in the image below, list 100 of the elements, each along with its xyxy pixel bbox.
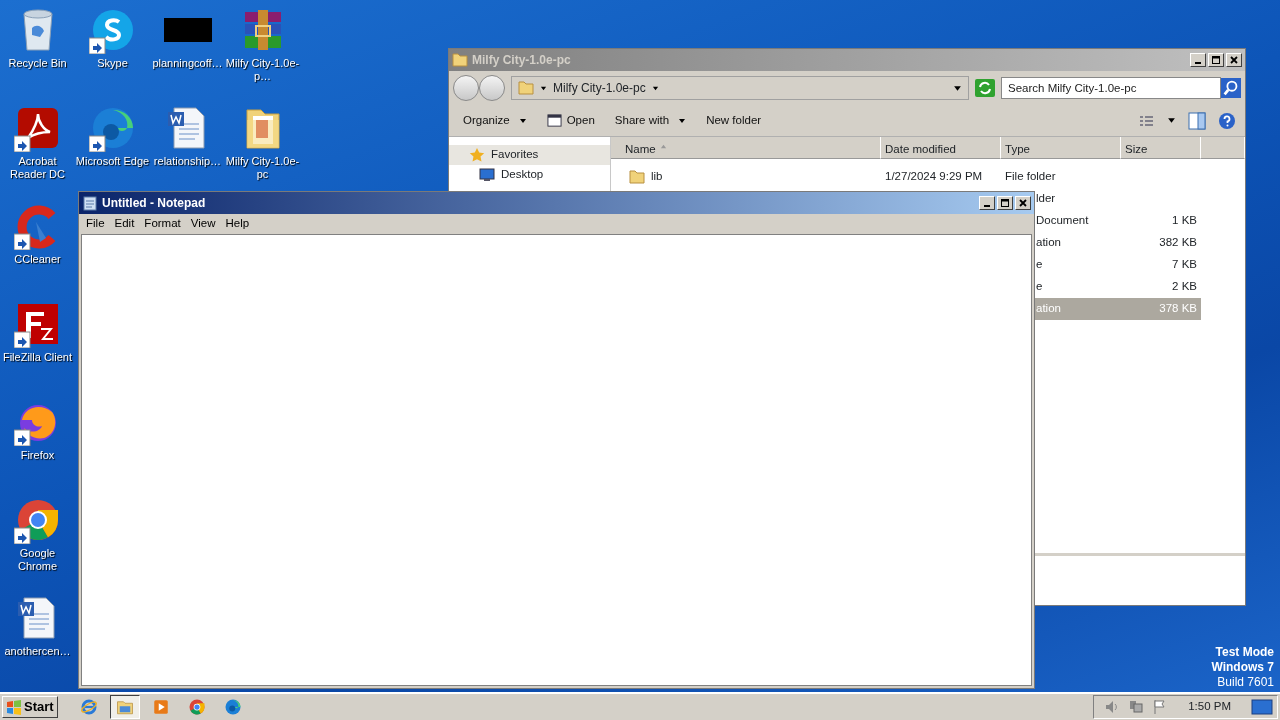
type-text: ation: [1036, 302, 1061, 315]
file-name: lib: [651, 169, 663, 185]
caret-icon: [678, 116, 687, 125]
window-title: Untitled - Notepad: [102, 195, 206, 212]
breadcrumb-label[interactable]: Milfy City-1.0e-pc: [553, 79, 646, 97]
address-bar[interactable]: Milfy City-1.0e-pc: [511, 76, 969, 100]
type-text: e: [1036, 280, 1043, 293]
file-row[interactable]: lder: [1035, 188, 1201, 210]
sidebar-item[interactable]: Favorites: [449, 145, 610, 165]
icon-label[interactable]: Skype: [74, 57, 151, 70]
caret-icon: [540, 84, 547, 92]
icon-label[interactable]: Milfy City-1.0e-pc: [224, 155, 301, 181]
window-icon: [546, 113, 562, 128]
icon-label[interactable]: FileZilla Client: [0, 351, 76, 364]
maximize-button[interactable]: [997, 196, 1013, 210]
type-text: lder: [1036, 192, 1056, 205]
menu-item[interactable]: Edit: [109, 215, 140, 233]
column-header[interactable]: Name: [611, 137, 881, 159]
show-desktop-icon[interactable]: [1251, 698, 1273, 716]
view-options-icon[interactable]: [1139, 113, 1155, 128]
type-text: ation: [1036, 236, 1061, 249]
star-icon: [469, 147, 485, 163]
file-row[interactable]: e 2 KB: [1035, 276, 1201, 298]
menu-item[interactable]: File: [81, 215, 110, 233]
preview-pane-icon[interactable]: [1188, 111, 1206, 130]
sort-arrow-icon: [659, 143, 667, 150]
back-button[interactable]: [453, 75, 479, 101]
clock-text[interactable]: 1:50 PM: [1188, 698, 1231, 716]
size-text: 378 KB: [1159, 302, 1197, 315]
minimize-icon: [984, 205, 990, 207]
folder-icon: [518, 80, 534, 96]
menu-item[interactable]: View: [185, 215, 221, 233]
icon-label[interactable]: planningcoff…: [149, 57, 226, 70]
toolbar-button[interactable]: Open: [538, 109, 603, 132]
column-header[interactable]: Size: [1121, 137, 1201, 159]
notepad-icon: [82, 195, 98, 211]
minimize-icon: [1195, 62, 1201, 64]
window-title: Milfy City-1.0e-pc: [472, 52, 571, 69]
size-text: 1 KB: [1172, 214, 1197, 227]
folder-icon: [452, 52, 468, 68]
icon-label[interactable]: Recycle Bin: [0, 57, 76, 70]
close-icon: [1018, 198, 1028, 208]
icon-label[interactable]: CCleaner: [0, 253, 76, 266]
close-button[interactable]: [1226, 53, 1242, 67]
chrome-icon: [187, 698, 206, 716]
toolbar-button[interactable]: Organize: [455, 109, 535, 132]
minimize-button[interactable]: [1190, 53, 1206, 67]
size-text: 382 KB: [1159, 236, 1197, 249]
close-icon: [1229, 55, 1239, 65]
date-text: 1/27/2024 9:29 PM: [885, 170, 983, 183]
caret-icon: [1167, 116, 1176, 125]
type-text: File folder: [1005, 170, 1056, 183]
folder-icon: [629, 169, 645, 185]
os-watermark-text: Build 7601: [1216, 675, 1274, 690]
icon-label[interactable]: relationship…: [149, 155, 226, 168]
column-header[interactable]: [1201, 137, 1245, 159]
icon-label[interactable]: Acrobat Reader DC: [0, 155, 76, 181]
search-icon[interactable]: [1221, 78, 1241, 98]
menu-item[interactable]: Help: [220, 215, 255, 233]
forward-button[interactable]: [479, 75, 505, 101]
refresh-icon[interactable]: [975, 79, 995, 97]
globe-e-icon: [79, 698, 98, 716]
windows-flag-icon: [6, 699, 22, 715]
maximize-button[interactable]: [1208, 53, 1224, 67]
close-button[interactable]: [1015, 196, 1031, 210]
file-row[interactable]: Document 1 KB: [1035, 210, 1201, 232]
media-player-icon: [151, 698, 170, 716]
caret-icon: [518, 116, 527, 125]
file-row[interactable]: e 7 KB: [1035, 254, 1201, 276]
icon-label[interactable]: anothercen…: [0, 645, 76, 658]
os-watermark-text: Test Mode: [1214, 645, 1274, 660]
help-icon[interactable]: [1218, 111, 1236, 130]
start-button[interactable]: Start: [2, 696, 58, 718]
file-row[interactable]: ation 382 KB: [1035, 232, 1201, 254]
caret-icon: [953, 83, 962, 93]
icon-label[interactable]: Microsoft Edge: [74, 155, 151, 168]
monitor-icon: [479, 167, 495, 183]
folder-icon: [115, 698, 134, 716]
os-watermark-text: Windows 7: [1211, 660, 1274, 675]
file-row[interactable]: lib 1/27/2024 9:29 PM File folder: [611, 166, 1201, 188]
network-icon[interactable]: [1128, 699, 1145, 715]
taskbar-button[interactable]: [109, 695, 140, 719]
column-header[interactable]: Date modified: [881, 137, 1001, 159]
maximize-icon: [1000, 198, 1010, 208]
column-header[interactable]: Type: [1001, 137, 1121, 159]
icon-label[interactable]: Google Chrome: [0, 547, 76, 573]
type-text: e: [1036, 258, 1043, 271]
size-text: 2 KB: [1172, 280, 1197, 293]
sidebar-item[interactable]: Desktop: [449, 165, 610, 185]
caret-icon: [651, 84, 659, 92]
size-text: 7 KB: [1172, 258, 1197, 271]
menu-item[interactable]: Format: [139, 215, 186, 233]
search-field[interactable]: Search Milfy City-1.0e-pc: [1001, 77, 1221, 99]
icon-label[interactable]: Milfy City-1.0e-p…: [224, 57, 301, 83]
type-text: Document: [1036, 214, 1089, 227]
toolbar-button[interactable]: New folder: [698, 109, 770, 132]
icon-label[interactable]: Firefox: [0, 449, 76, 462]
toolbar-button[interactable]: Share with: [606, 109, 695, 132]
minimize-button[interactable]: [979, 196, 995, 210]
maximize-icon: [1211, 55, 1221, 65]
